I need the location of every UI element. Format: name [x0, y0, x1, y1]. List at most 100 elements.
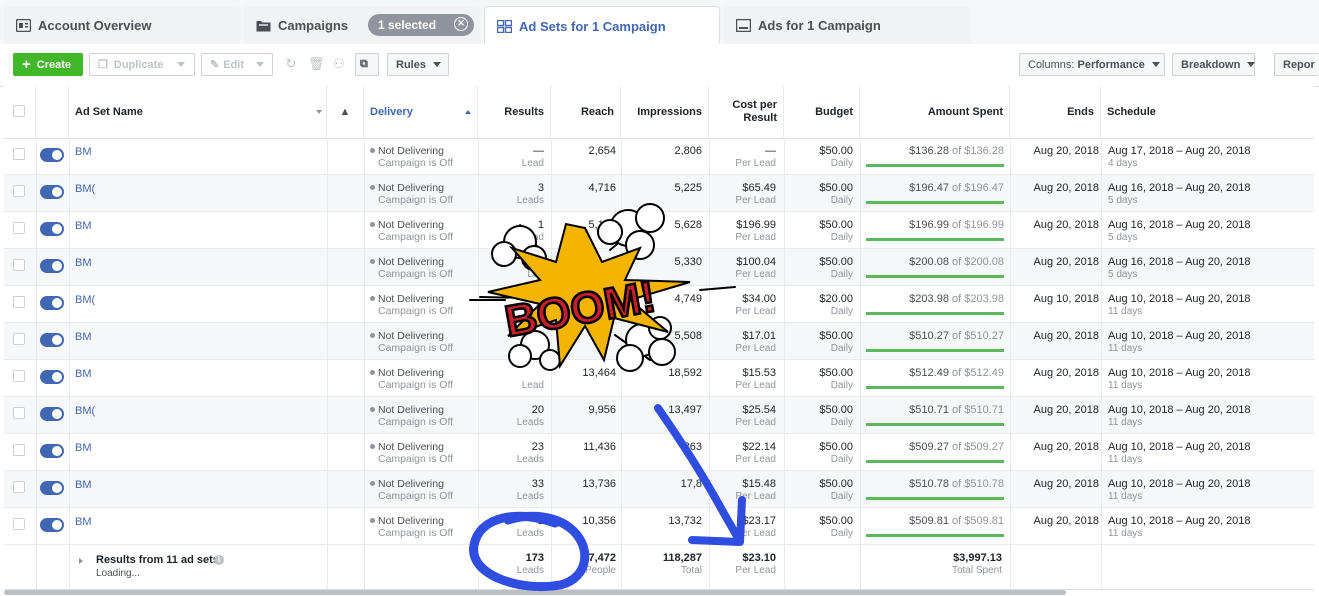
on-off-toggle[interactable] [40, 296, 64, 310]
results-value: 2 [537, 515, 544, 527]
ad-set-name-link[interactable]: BM( [75, 405, 95, 417]
column-divider [1010, 138, 1011, 589]
sort-arrow-icon[interactable] [316, 110, 322, 114]
tab-account-overview[interactable]: Account Overview [4, 6, 240, 44]
tab-ads[interactable]: Ads for 1 Campaign [724, 6, 970, 44]
header-amount-spent[interactable]: Amount Spent [860, 86, 1010, 138]
budget-cell[interactable]: $50.00 Daily [784, 404, 853, 429]
header-cost-per-result[interactable]: Cost per Result [709, 86, 784, 138]
on-off-toggle[interactable] [40, 444, 64, 458]
amount-spent-cell: $196.99 of $196.99 [864, 219, 1004, 231]
ab-test-icon[interactable]: ⚇ [332, 57, 346, 71]
row-checkbox[interactable] [13, 518, 25, 530]
clear-selection-icon[interactable]: ✕ [454, 17, 468, 31]
budget-cell[interactable]: $50.00 Daily [784, 367, 853, 392]
table-row[interactable]: BM(Not Delivering Campaign is Off 20 Leads 9… [4, 397, 1314, 434]
reset-icon[interactable]: ↻ [284, 57, 298, 71]
budget-cell[interactable]: $50.00 Daily [784, 478, 853, 503]
select-all-checkbox[interactable] [13, 105, 25, 117]
ad-set-name-link[interactable]: BM [75, 368, 92, 380]
on-off-toggle[interactable] [40, 518, 64, 532]
ad-set-name-link[interactable]: BM [75, 220, 92, 232]
create-button[interactable]: + Create [13, 53, 83, 76]
header-label: Result [743, 112, 777, 124]
budget-cell[interactable]: $50.00 Daily [784, 182, 853, 207]
table-row[interactable]: BM Not Delivering Campaign is Off — Lead 2,65… [4, 138, 1314, 175]
header-select-all[interactable] [4, 86, 36, 138]
expand-arrow-icon[interactable] [79, 558, 83, 564]
on-off-toggle[interactable] [40, 481, 64, 495]
ad-set-name-link[interactable]: BM [75, 257, 92, 269]
header-warnings[interactable]: ▲ [327, 86, 364, 138]
row-checkbox[interactable] [13, 222, 25, 234]
delivery-label: Not Delivering [378, 293, 444, 305]
results-cell: 2 Leads [478, 515, 544, 540]
results-sub: Leads [516, 491, 544, 502]
ad-set-name-link[interactable]: BM [75, 331, 92, 343]
budget-cell[interactable]: $50.00 Daily [784, 145, 853, 170]
table-row[interactable]: BM Not Delivering Campaign is Off 5,508 $17.… [4, 323, 1314, 360]
table-row[interactable]: BM Not Delivering Campaign is Off 1 Lead 5,13… [4, 212, 1314, 249]
table-row[interactable]: BM(Not Delivering Campaign is Off 3 Leads 4,… [4, 175, 1314, 212]
ad-set-name-link[interactable]: BM [75, 516, 92, 528]
table-row[interactable]: BM Not Delivering Campaign is Off Lea 5,330 $… [4, 249, 1314, 286]
ad-set-name-link[interactable]: BM [75, 442, 92, 454]
budget-cell[interactable]: $50.00 Daily [784, 441, 853, 466]
row-checkbox[interactable] [13, 185, 25, 197]
on-off-toggle[interactable] [40, 333, 64, 347]
row-checkbox[interactable] [13, 259, 25, 271]
ad-set-name-link[interactable]: BM [75, 479, 92, 491]
header-reach[interactable]: Reach [551, 86, 621, 138]
table-row[interactable]: BM Not Delivering Campaign is Off 2 Leads 10,… [4, 508, 1314, 545]
row-checkbox[interactable] [13, 407, 25, 419]
header-schedule[interactable]: Schedule [1101, 86, 1314, 138]
on-off-toggle[interactable] [40, 259, 64, 273]
header-impressions[interactable]: Impressions [621, 86, 709, 138]
selection-pill[interactable]: 1 selected ✕ [368, 14, 474, 36]
horizontal-scrollbar[interactable] [4, 590, 1066, 595]
on-off-toggle[interactable] [40, 370, 64, 384]
row-checkbox[interactable] [13, 444, 25, 456]
columns-button[interactable]: Columns: Performance [1019, 53, 1165, 76]
table-row[interactable]: BM Not Delivering Campaign is Off 33 Leads 13… [4, 471, 1314, 508]
spend-progress-fill [866, 238, 1004, 241]
edit-button[interactable]: ✎ Edit [201, 53, 273, 76]
header-budget[interactable]: Budget [784, 86, 860, 138]
tab-ad-sets[interactable]: Ad Sets for 1 Campaign [484, 6, 720, 45]
on-off-toggle[interactable] [40, 222, 64, 236]
header-results[interactable]: Results [478, 86, 551, 138]
on-off-toggle[interactable] [40, 148, 64, 162]
header-delivery[interactable]: Delivery [364, 86, 478, 138]
cost-cell: $15.53 Per Lead [709, 367, 776, 392]
header-ad-set-name[interactable]: Ad Set Name [69, 86, 327, 138]
row-checkbox[interactable] [13, 481, 25, 493]
trash-icon[interactable]: 🗑 [308, 57, 325, 71]
row-checkbox[interactable] [13, 333, 25, 345]
row-checkbox[interactable] [13, 148, 25, 160]
duplicate-button[interactable]: ❐ Duplicate [89, 53, 195, 76]
budget-cell[interactable]: $50.00 Daily [784, 330, 853, 355]
on-off-toggle[interactable] [40, 407, 64, 421]
ad-set-name-link[interactable]: BM( [75, 183, 95, 195]
budget-cell[interactable]: $20.00 Daily [784, 293, 853, 318]
table-row[interactable]: BM(Not Delivering Campaign is Off 4,749 $34… [4, 286, 1314, 323]
table-row[interactable]: BM Not Delivering Campaign is Off 23 Leads 11… [4, 434, 1314, 471]
info-icon[interactable]: i [214, 555, 224, 565]
ad-set-name-link[interactable]: BM( [75, 294, 95, 306]
on-off-toggle[interactable] [40, 185, 64, 199]
rules-button[interactable]: Rules [387, 53, 449, 76]
header-ends[interactable]: Ends [1010, 86, 1101, 138]
ad-set-name-link[interactable]: BM [75, 146, 92, 158]
spent-of: of $203.98 [948, 293, 1004, 305]
reach-cell: 4,716 [551, 182, 616, 194]
budget-cell[interactable]: $50.00 Daily [784, 515, 853, 540]
preview-button[interactable]: ⧉ [355, 53, 379, 76]
reports-button[interactable]: Repor [1274, 53, 1319, 76]
table-row[interactable]: BM Not Delivering Campaign is Off Lead 13,46… [4, 360, 1314, 397]
row-checkbox[interactable] [13, 296, 25, 308]
chevron-down-icon [177, 62, 186, 67]
budget-cell[interactable]: $50.00 Daily [784, 256, 853, 281]
row-checkbox[interactable] [13, 370, 25, 382]
breakdown-button[interactable]: Breakdown [1172, 53, 1256, 76]
budget-cell[interactable]: $50.00 Daily [784, 219, 853, 244]
